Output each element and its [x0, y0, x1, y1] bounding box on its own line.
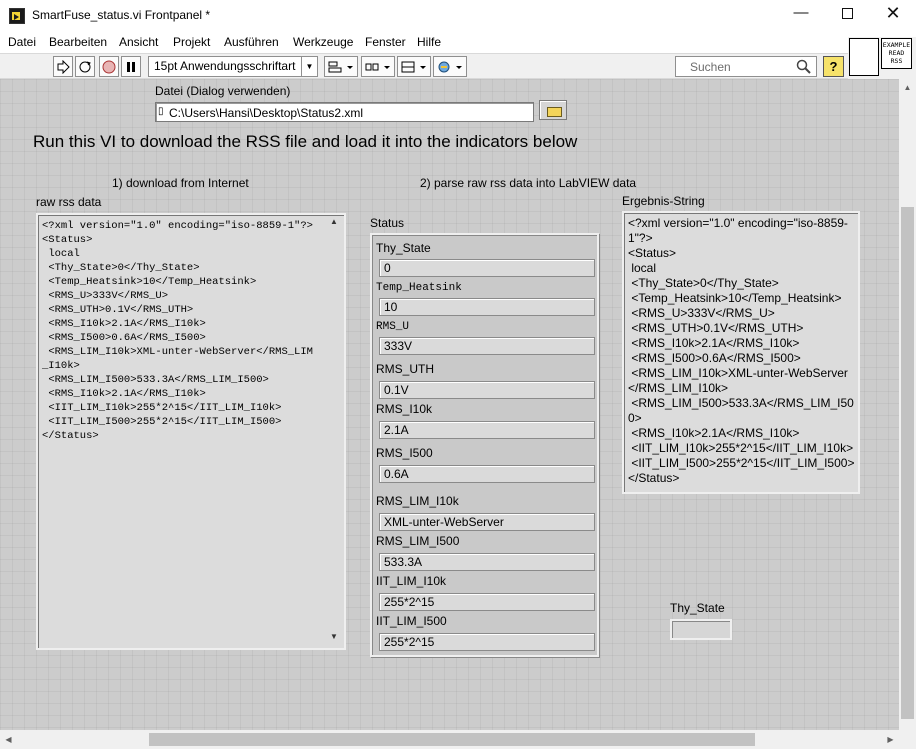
- labview-app-icon[interactable]: [9, 8, 25, 24]
- rms-lim-i500-label: RMS_LIM_I500: [376, 534, 460, 548]
- menu-werkzeuge[interactable]: Werkzeuge: [293, 35, 353, 49]
- thy-state-field[interactable]: 0: [379, 259, 595, 277]
- rms-u-label: RMS_U: [376, 321, 410, 333]
- thy-state-indicator[interactable]: [670, 619, 732, 640]
- minimize-button[interactable]: —: [778, 0, 824, 30]
- context-help-button[interactable]: ?: [823, 56, 844, 77]
- step2-label: 2) parse raw rss data into LabVIEW data: [420, 176, 637, 190]
- reorder-icon: [438, 61, 462, 73]
- title-bar: SmartFuse_status.vi Frontpanel * — ✕: [0, 0, 916, 31]
- thy-state-indicator-label: Thy_State: [670, 601, 725, 615]
- search-box: [675, 56, 817, 77]
- rms-lim-i500-field[interactable]: 533.3A: [379, 553, 595, 571]
- align-objects-icon: [328, 61, 353, 73]
- vi-icon-pane: EXAMPLE READ RSS: [848, 37, 916, 79]
- front-panel: Datei (Dialog verwenden) ▯ C:\Users\Hans…: [0, 79, 899, 730]
- ergebnis-string-label: Ergebnis-String: [622, 194, 705, 208]
- run-continuously-icon: [79, 61, 91, 73]
- toolbar: 15pt Anwendungsschriftart ▼ ?: [0, 53, 848, 79]
- menu-datei[interactable]: Datei: [8, 35, 36, 49]
- chevron-down-icon: ▼: [301, 57, 317, 76]
- rms-i10k-label: RMS_I10k: [376, 402, 433, 416]
- horizontal-scrollbar[interactable]: ◀ ▶: [0, 730, 899, 749]
- reorder-button[interactable]: [433, 56, 467, 77]
- iit-lim-i500-label: IIT_LIM_I500: [376, 614, 447, 628]
- path-control[interactable]: ▯ C:\Users\Hansi\Desktop\Status2.xml: [155, 102, 534, 122]
- rms-uth-field[interactable]: 0.1V: [379, 381, 595, 399]
- distribute-objects-icon: [365, 63, 390, 71]
- raw-rss-label: raw rss data: [36, 195, 102, 209]
- connector-pane-icon[interactable]: [849, 38, 879, 76]
- horizontal-scroll-thumb[interactable]: [149, 733, 755, 746]
- rms-i10k-field[interactable]: 2.1A: [379, 421, 595, 439]
- iit-lim-i10k-label: IIT_LIM_I10k: [376, 574, 447, 588]
- iit-lim-i500-field[interactable]: 255*2^15: [379, 633, 595, 651]
- temp-heatsink-label: Temp_Heatsink: [376, 282, 462, 294]
- raw-rss-textbox[interactable]: <?xml version="1.0" encoding="iso-8859-1…: [36, 213, 346, 650]
- pause-icon: [127, 62, 135, 72]
- raw-rss-text: <?xml version="1.0" encoding="iso-8859-1…: [42, 220, 313, 442]
- menu-ausfuehren[interactable]: Ausführen: [224, 35, 279, 49]
- ergebnis-string-text: <?xml version="1.0" encoding="iso-8859-1…: [628, 216, 855, 485]
- close-button[interactable]: ✕: [870, 0, 916, 30]
- menu-fenster[interactable]: Fenster: [365, 35, 406, 49]
- scroll-up-icon[interactable]: ▲: [326, 217, 342, 231]
- path-label: Datei (Dialog verwenden): [155, 84, 291, 98]
- menu-bearbeiten[interactable]: Bearbeiten: [49, 35, 107, 49]
- rms-uth-label: RMS_UTH: [376, 362, 435, 376]
- scroll-down-icon[interactable]: ▼: [326, 632, 342, 646]
- stop-icon: [102, 60, 116, 74]
- align-objects-button[interactable]: [324, 56, 358, 77]
- temp-heatsink-field[interactable]: 10: [379, 298, 595, 316]
- rms-i500-field[interactable]: 0.6A: [379, 465, 595, 483]
- iit-lim-i10k-field[interactable]: 255*2^15: [379, 593, 595, 611]
- step1-label: 1) download from Internet: [112, 176, 249, 190]
- font-select-value: 15pt Anwendungsschriftart: [154, 59, 296, 73]
- distribute-objects-button[interactable]: [361, 56, 395, 77]
- status-cluster: Thy_State 0 Temp_Heatsink 10 RMS_U 333V …: [370, 233, 599, 657]
- ergebnis-string-indicator[interactable]: <?xml version="1.0" encoding="iso-8859-1…: [622, 211, 860, 494]
- scroll-left-icon[interactable]: ◀: [0, 730, 17, 749]
- resize-objects-icon: [401, 61, 426, 73]
- menu-projekt[interactable]: Projekt: [173, 35, 210, 49]
- rms-u-field[interactable]: 333V: [379, 337, 595, 355]
- vertical-scroll-thumb[interactable]: [901, 207, 914, 719]
- vi-icon[interactable]: EXAMPLE READ RSS: [881, 38, 912, 69]
- instruction-heading: Run this VI to download the RSS file and…: [33, 132, 578, 151]
- maximize-button[interactable]: [824, 0, 870, 30]
- search-input[interactable]: [678, 58, 786, 75]
- scrollbar-corner: [899, 730, 916, 749]
- rms-lim-i10k-label: RMS_LIM_I10k: [376, 494, 459, 508]
- rms-lim-i10k-field[interactable]: XML-unter-WebServer: [379, 513, 595, 531]
- vertical-scrollbar[interactable]: ▲: [899, 79, 916, 730]
- path-icon: ▯: [158, 106, 164, 117]
- abort-button[interactable]: [99, 56, 119, 77]
- rms-i500-label: RMS_I500: [376, 446, 433, 460]
- menu-ansicht[interactable]: Ansicht: [119, 35, 158, 49]
- raw-rss-scrollbar[interactable]: ▲ ▼: [326, 217, 342, 646]
- pause-button[interactable]: [121, 56, 141, 77]
- scroll-right-icon[interactable]: ▶: [882, 730, 899, 749]
- status-cluster-label: Status: [370, 216, 405, 230]
- scroll-up-icon[interactable]: ▲: [899, 79, 916, 96]
- menu-hilfe[interactable]: Hilfe: [417, 35, 441, 49]
- search-icon[interactable]: [796, 59, 812, 75]
- maximize-icon: [841, 8, 853, 19]
- run-arrow-icon: [57, 59, 70, 75]
- resize-objects-button[interactable]: [397, 56, 431, 77]
- run-button[interactable]: [53, 56, 73, 77]
- window-title: SmartFuse_status.vi Frontpanel *: [32, 8, 211, 22]
- font-select[interactable]: 15pt Anwendungsschriftart ▼: [148, 56, 318, 77]
- path-value: C:\Users\Hansi\Desktop\Status2.xml: [169, 106, 364, 120]
- browse-folder-button[interactable]: [539, 100, 567, 120]
- run-continuously-button[interactable]: [75, 56, 95, 77]
- menu-bar: Datei Bearbeiten Ansicht Projekt Ausführ…: [0, 31, 916, 53]
- thy-state-label: Thy_State: [376, 241, 431, 255]
